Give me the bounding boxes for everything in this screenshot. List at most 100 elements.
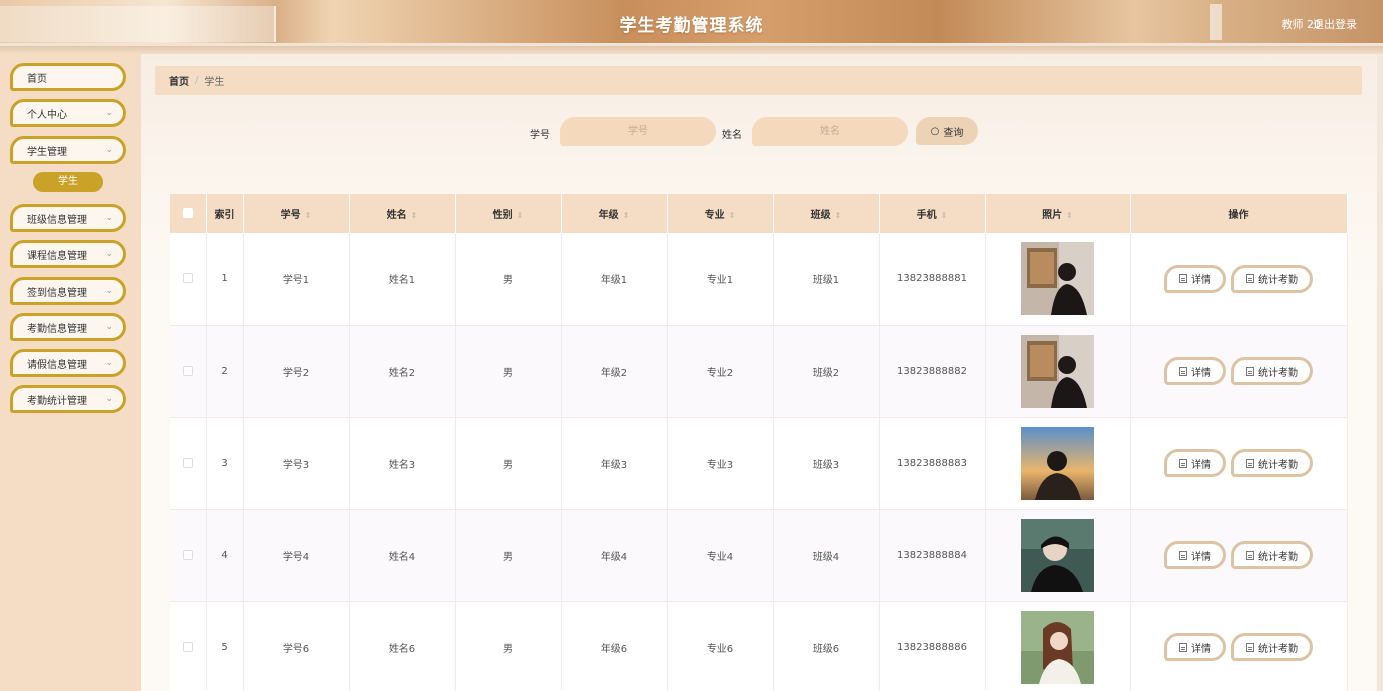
column-header-photo[interactable]: 照片 ⇕ <box>985 194 1131 233</box>
row-select-cell <box>170 601 207 691</box>
detail-button[interactable]: 详情 <box>1164 357 1226 385</box>
detail-button[interactable]: 详情 <box>1164 449 1226 477</box>
column-header-class[interactable]: 班级 ⇕ <box>773 194 880 233</box>
stats-button[interactable]: 统计考勤 <box>1231 357 1313 385</box>
document-icon <box>1246 550 1254 560</box>
chevron-down-icon: ⌄ <box>105 286 113 296</box>
sort-icon[interactable]: ⇕ <box>305 211 312 220</box>
cell-gender: 男 <box>455 233 562 326</box>
cell-phone: 13823888881 <box>879 233 986 326</box>
cell-index: 2 <box>206 325 244 418</box>
table-header-row: 索引 学号 ⇕ 姓名 ⇕ 性别 ⇕ 年级 ⇕ 专业 ⇕ 班级 ⇕ 手机 ⇕ 照片 ⇕ 操作 <box>170 194 1348 233</box>
cell-gender: 男 <box>455 417 562 510</box>
sidebar-item-label: 请假信息管理 <box>27 359 87 371</box>
student-id-input[interactable] <box>560 117 716 146</box>
cell-grade: 年级1 <box>561 233 668 326</box>
detail-button[interactable]: 详情 <box>1164 264 1226 293</box>
column-header-name[interactable]: 姓名 ⇕ <box>349 194 456 233</box>
table-row[interactable]: 4 学号4 姓名4 男 年级4 专业4 班级4 13823888884 详情 统… <box>170 509 1348 602</box>
top-header: 学生考勤管理系统 教师 20 退出登录 <box>0 0 1383 46</box>
student-photo[interactable] <box>1021 426 1094 500</box>
detail-button-label: 详情 <box>1191 643 1211 655</box>
document-icon <box>1179 642 1187 652</box>
search-bar: 学号 姓名 ○ 查询 <box>141 117 1383 147</box>
sidebar-item-signin-management[interactable]: 签到信息管理 ⌄ <box>10 277 126 305</box>
document-icon <box>1179 550 1187 560</box>
document-icon <box>1246 458 1254 468</box>
sort-icon[interactable]: ⇕ <box>835 211 842 220</box>
stats-button-label: 统计考勤 <box>1258 275 1298 287</box>
column-header-label: 操作 <box>1228 210 1249 221</box>
stats-button[interactable]: 统计考勤 <box>1231 264 1313 293</box>
scrollbar[interactable] <box>1377 54 1383 691</box>
sort-icon[interactable]: ⇕ <box>729 211 736 220</box>
student-photo[interactable] <box>1021 518 1094 592</box>
column-header-phone[interactable]: 手机 ⇕ <box>879 194 986 233</box>
breadcrumb-home[interactable]: 首页 <box>169 73 189 88</box>
column-header-major[interactable]: 专业 ⇕ <box>667 194 774 233</box>
sidebar-item-label: 个人中心 <box>27 109 67 121</box>
column-header-gender[interactable]: 性别 ⇕ <box>455 194 562 233</box>
sidebar-subitem-student[interactable]: 学生 <box>33 172 103 192</box>
sidebar-item-personal-center[interactable]: 个人中心 ⌄ <box>10 99 126 127</box>
row-checkbox[interactable] <box>182 549 193 560</box>
sort-icon[interactable]: ⇕ <box>623 211 630 220</box>
row-checkbox[interactable] <box>182 457 193 468</box>
sidebar-item-attendance-management[interactable]: 考勤信息管理 ⌄ <box>10 313 126 341</box>
cell-actions: 详情 统计考勤 <box>1130 417 1348 510</box>
row-checkbox[interactable] <box>182 273 193 284</box>
table-row[interactable]: 1 学号1 姓名1 男 年级1 专业1 班级1 13823888881 详情 统… <box>170 233 1348 326</box>
column-header-student-id[interactable]: 学号 ⇕ <box>243 194 350 233</box>
cell-major: 专业3 <box>667 417 774 510</box>
row-checkbox[interactable] <box>182 365 193 376</box>
table-row[interactable]: 5 学号6 姓名6 男 年级6 专业6 班级6 13823888886 详情 统… <box>170 601 1348 691</box>
table-row[interactable]: 2 学号2 姓名2 男 年级2 专业2 班级2 13823888882 详情 统… <box>170 325 1348 418</box>
cell-name: 姓名3 <box>349 417 456 510</box>
cell-class: 班级1 <box>773 233 880 326</box>
sidebar-item-label: 首页 <box>27 73 47 85</box>
cell-name: 姓名4 <box>349 509 456 602</box>
sidebar-item-class-management[interactable]: 班级信息管理 ⌄ <box>10 204 126 232</box>
sidebar-item-course-management[interactable]: 课程信息管理 ⌄ <box>10 240 126 268</box>
column-header-label: 性别 <box>492 210 513 221</box>
student-photo[interactable] <box>1021 334 1094 408</box>
student-photo[interactable] <box>1021 610 1094 684</box>
column-header-grade[interactable]: 年级 ⇕ <box>561 194 668 233</box>
cell-photo <box>985 233 1131 326</box>
column-header-label: 班级 <box>810 210 831 221</box>
sidebar-item-label: 班级信息管理 <box>27 214 87 226</box>
sidebar-item-student-management[interactable]: 学生管理 ⌄ <box>10 136 126 164</box>
column-header-label: 专业 <box>704 210 725 221</box>
student-photo[interactable] <box>1021 242 1094 316</box>
logout-link[interactable]: 退出登录 <box>1313 16 1357 32</box>
query-button[interactable]: ○ 查询 <box>916 117 978 145</box>
sidebar-item-stats-management[interactable]: 考勤统计管理 ⌄ <box>10 385 126 413</box>
query-button-label: 查询 <box>943 127 964 139</box>
detail-button[interactable]: 详情 <box>1164 633 1226 661</box>
sort-icon[interactable]: ⇕ <box>941 211 948 220</box>
detail-button[interactable]: 详情 <box>1164 541 1226 569</box>
sort-icon[interactable]: ⇕ <box>1066 211 1073 220</box>
cell-student-id: 学号4 <box>243 509 350 602</box>
cell-actions: 详情 统计考勤 <box>1130 601 1348 691</box>
sidebar-item-home[interactable]: 首页 <box>10 63 126 91</box>
sort-icon[interactable]: ⇕ <box>411 211 418 220</box>
select-all-checkbox[interactable] <box>182 208 193 218</box>
cell-class: 班级6 <box>773 601 880 691</box>
cell-index: 4 <box>206 509 244 602</box>
cell-name: 姓名2 <box>349 325 456 418</box>
sidebar-item-leave-management[interactable]: 请假信息管理 ⌄ <box>10 349 126 377</box>
search-icon: ○ <box>930 125 940 137</box>
row-select-cell <box>170 233 207 326</box>
stats-button[interactable]: 统计考勤 <box>1231 633 1313 661</box>
sort-icon[interactable]: ⇕ <box>517 211 524 220</box>
stats-button[interactable]: 统计考勤 <box>1231 541 1313 569</box>
student-name-input[interactable] <box>752 117 908 146</box>
breadcrumb-separator: / <box>195 75 199 86</box>
row-checkbox[interactable] <box>182 641 193 652</box>
table-row[interactable]: 3 学号3 姓名3 男 年级3 专业3 班级3 13823888883 详情 统… <box>170 417 1348 510</box>
cell-grade: 年级6 <box>561 601 668 691</box>
cell-index: 1 <box>206 233 244 326</box>
chevron-down-icon: ⌄ <box>105 145 113 155</box>
stats-button[interactable]: 统计考勤 <box>1231 449 1313 477</box>
